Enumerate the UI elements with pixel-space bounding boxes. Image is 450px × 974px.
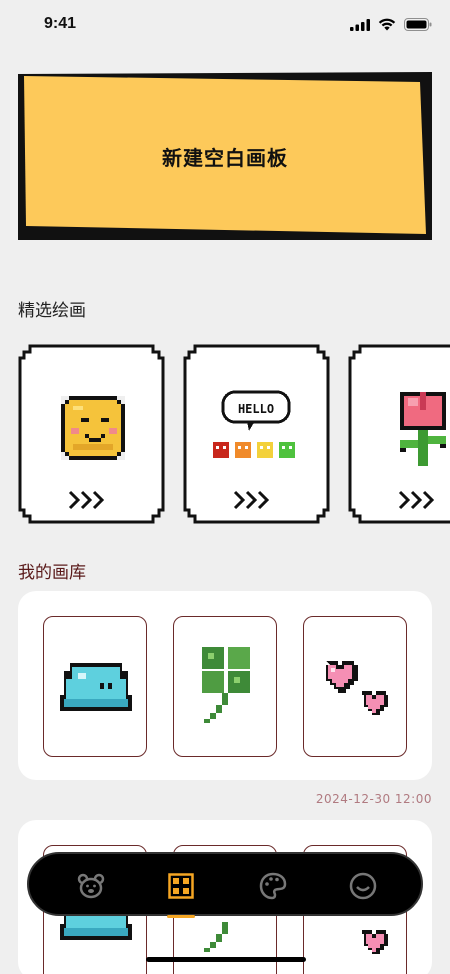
slime-art	[60, 663, 132, 711]
gallery-group[interactable]	[18, 591, 432, 780]
gallery-item-slime[interactable]	[43, 616, 147, 757]
gallery-item-clover[interactable]	[173, 616, 277, 757]
new-board-button[interactable]: 新建空白画板	[18, 70, 432, 242]
clover-art	[202, 647, 250, 723]
tab-bar	[27, 852, 423, 918]
signal-icon	[350, 18, 370, 31]
hello-bubble-art: HELLO	[213, 390, 295, 458]
smiley-art	[61, 396, 125, 460]
gallery-item-hearts[interactable]	[303, 616, 407, 757]
battery-icon	[404, 18, 432, 31]
tab-bear[interactable]	[61, 854, 121, 918]
card-arrows-icon	[398, 490, 435, 510]
status-time: 9:41	[44, 15, 77, 32]
hearts-art	[326, 661, 388, 715]
hello-text: HELLO	[238, 402, 274, 416]
bear-icon	[77, 873, 105, 899]
home-indicator	[146, 957, 306, 962]
featured-card-smiley[interactable]	[18, 344, 165, 524]
featured-card-hello[interactable]: HELLO	[183, 344, 330, 524]
smile-icon	[349, 872, 377, 900]
gallery-date: 2024-12-30 12:00	[315, 792, 432, 806]
tulip-art	[400, 392, 446, 466]
active-tab-indicator	[167, 915, 195, 918]
tab-palette[interactable]	[243, 854, 303, 918]
tab-profile[interactable]	[333, 854, 393, 918]
card-arrows-icon	[233, 490, 270, 510]
grid-icon	[168, 873, 194, 899]
gallery-section-title: 我的画库	[18, 563, 86, 583]
featured-section-title: 精选绘画	[18, 301, 86, 321]
wifi-icon	[378, 18, 396, 31]
tab-grid[interactable]	[151, 854, 211, 918]
card-arrows-icon	[68, 490, 105, 510]
status-bar: 9:41	[0, 0, 450, 50]
featured-card-tulip[interactable]	[348, 344, 450, 524]
palette-icon	[259, 872, 287, 900]
status-icons	[350, 18, 432, 31]
new-board-label: 新建空白画板	[162, 145, 288, 170]
featured-carousel[interactable]: HELLO	[18, 344, 450, 524]
